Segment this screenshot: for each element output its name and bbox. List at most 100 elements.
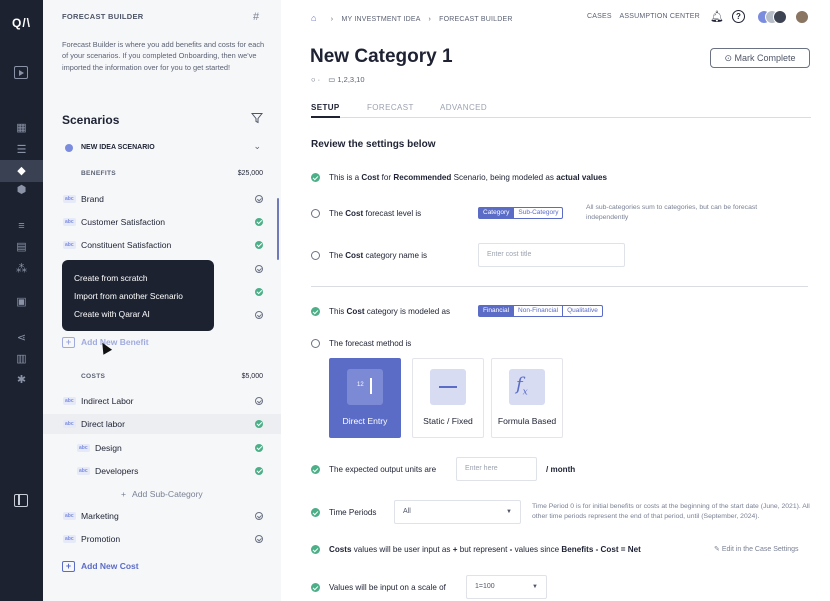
level-hint: All sub-categories sum to categories, bu…	[586, 204, 758, 221]
breadcrumb: ⌂ › MY INVESTMENT IDEA › FORECAST BUILDE…	[311, 13, 513, 23]
chart-icon[interactable]: ▥	[15, 353, 28, 366]
add-cost-button[interactable]: + Add New Cost	[62, 561, 139, 573]
sidebar-description: Forecast Builder is where you add benefi…	[62, 40, 265, 72]
cost-title-input[interactable]: Enter cost title	[478, 243, 625, 267]
benefit-label: Constituent Satisfaction	[81, 240, 172, 250]
benefits-label: BENEFITS	[81, 170, 117, 177]
plus-icon: +	[62, 561, 75, 573]
model-nonfinancial-option[interactable]: Non-Financial	[513, 306, 562, 316]
menu-item-import-scenario[interactable]: Import from another Scenario	[74, 287, 202, 305]
divider	[311, 286, 808, 287]
grid-icon[interactable]: ▦	[15, 122, 28, 135]
breadcrumb-separator: ›	[330, 16, 334, 23]
text-type-icon: abc	[63, 420, 76, 428]
status-pending-icon	[255, 311, 263, 319]
play-icon[interactable]	[14, 66, 28, 79]
formula-icon: fx	[509, 369, 545, 405]
benefit-item-brand[interactable]: abc Brand	[43, 189, 281, 209]
cost-label: Indirect Labor	[81, 396, 134, 406]
user-avatar[interactable]	[795, 10, 809, 24]
mark-complete-button[interactable]: ⊙ Mark Complete	[710, 48, 810, 68]
menu-item-create-ai[interactable]: Create with Qarar AI	[74, 305, 202, 323]
units-input[interactable]: Enter here	[456, 457, 537, 481]
text-type-icon: abc	[63, 397, 76, 405]
bell-icon[interactable]: 🔔︎	[710, 10, 724, 23]
text-type-icon: abc	[77, 467, 90, 475]
model-financial-option[interactable]: Financial	[479, 306, 514, 316]
breadcrumb-item[interactable]: FORECAST BUILDER	[439, 16, 512, 23]
box-icon[interactable]: ⬢	[15, 184, 28, 197]
calendar-icon: ▭	[328, 75, 336, 84]
avatar-group[interactable]	[757, 10, 809, 24]
assumption-center-link[interactable]: ASSUMPTION CENTER	[620, 13, 700, 20]
benefits-header: BENEFITS $25,000	[43, 164, 281, 184]
help-icon[interactable]: ?	[732, 10, 745, 23]
level-category-option[interactable]: Category	[479, 208, 514, 218]
benefit-item-constituent-satisfaction[interactable]: abc Constituent Satisfaction	[43, 235, 281, 255]
tab-advanced[interactable]: ADVANCED	[440, 103, 487, 112]
dash-icon	[430, 369, 466, 405]
cost-label: Direct labor	[81, 419, 125, 429]
edit-case-settings-link[interactable]: ✎ Edit in the Case Settings	[714, 545, 798, 553]
cost-label: Marketing	[81, 511, 119, 521]
check-icon	[311, 508, 320, 517]
share-icon[interactable]: ⋖	[15, 332, 28, 345]
calc-icon[interactable]: ▣	[15, 296, 28, 309]
chevron-down-icon[interactable]: ⌄	[253, 141, 261, 152]
caret-down-icon: ▼	[506, 509, 512, 515]
benefit-item-customer-satisfaction[interactable]: abc Customer Satisfaction	[43, 212, 281, 232]
tab-setup[interactable]: SETUP	[311, 103, 340, 118]
section-heading: Review the settings below	[311, 139, 436, 150]
left-rail: Q/\ ▦ ☰ ◆ ⬢ ≡ ▤ ⁂ ▣ ⋖ ▥ ✱	[0, 0, 43, 601]
panel-icon[interactable]	[14, 494, 28, 507]
breadcrumb-item[interactable]: MY INVESTMENT IDEA	[341, 16, 420, 23]
cost-item-direct-labor[interactable]: abc Direct labor	[43, 414, 281, 434]
sub-category-design[interactable]: abc Design	[43, 438, 281, 458]
plus-icon: +	[121, 489, 127, 499]
cost-item-promotion[interactable]: abc Promotion	[43, 529, 281, 549]
text-type-icon: abc	[63, 512, 76, 520]
model-label: This Cost category is modeled as	[329, 307, 451, 316]
check-icon	[311, 173, 320, 182]
level-toggle: Category Sub-Category	[478, 207, 564, 219]
sub-category-developers[interactable]: abc Developers	[43, 461, 281, 481]
list-icon[interactable]: ☰	[15, 144, 28, 157]
status-pending-icon	[255, 265, 263, 273]
empty-check-icon	[311, 209, 320, 218]
scrollbar[interactable]	[277, 198, 279, 260]
level-subcategory-option[interactable]: Sub-Category	[513, 208, 562, 218]
main-content: ⌂ › MY INVESTMENT IDEA › FORECAST BUILDE…	[281, 0, 830, 601]
avatar	[773, 10, 787, 24]
method-direct-entry[interactable]: 12 Direct Entry	[329, 358, 401, 438]
add-sub-category-button[interactable]: + Add Sub-Category	[121, 489, 203, 499]
units-suffix: / month	[546, 465, 576, 474]
cases-link[interactable]: CASES	[587, 13, 612, 20]
breadcrumb-separator: ›	[428, 16, 431, 23]
scale-select[interactable]: 1=100 ▼	[466, 575, 547, 599]
scenario-name: NEW IDEA SCENARIO	[81, 144, 155, 151]
cost-item-marketing[interactable]: abc Marketing	[43, 506, 281, 526]
sliders-icon[interactable]: ≡	[15, 220, 28, 233]
cost-item-indirect-labor[interactable]: abc Indirect Labor	[43, 391, 281, 411]
status-complete-icon	[255, 218, 263, 226]
model-qualitative-option[interactable]: Qualitative	[562, 306, 602, 316]
check-circle-icon: ⊙	[724, 53, 732, 63]
status-pending-icon	[255, 195, 263, 203]
status-complete-icon	[255, 444, 263, 452]
scenario-dot	[65, 144, 73, 152]
report-icon[interactable]: ▤	[15, 241, 28, 254]
forecast-icon[interactable]: ◆	[0, 160, 43, 182]
nodes-icon[interactable]: ⁂	[15, 263, 28, 276]
time-periods-select[interactable]: All ▼	[394, 500, 521, 524]
home-icon[interactable]: ⌂	[311, 13, 317, 23]
method-formula-based[interactable]: fx Formula Based	[491, 358, 563, 438]
name-label: The Cost category name is	[329, 251, 428, 260]
tabs: SETUP FORECAST ADVANCED	[311, 101, 811, 118]
filter-icon[interactable]	[251, 112, 263, 124]
settings-icon[interactable]: ✱	[15, 374, 28, 387]
scenario-row[interactable]: NEW IDEA SCENARIO ⌄	[43, 138, 281, 158]
tab-forecast[interactable]: FORECAST	[367, 103, 414, 112]
method-static-fixed[interactable]: Static / Fixed	[412, 358, 484, 438]
grid-icon[interactable]: #	[253, 11, 259, 23]
menu-item-create-scratch[interactable]: Create from scratch	[74, 269, 202, 287]
